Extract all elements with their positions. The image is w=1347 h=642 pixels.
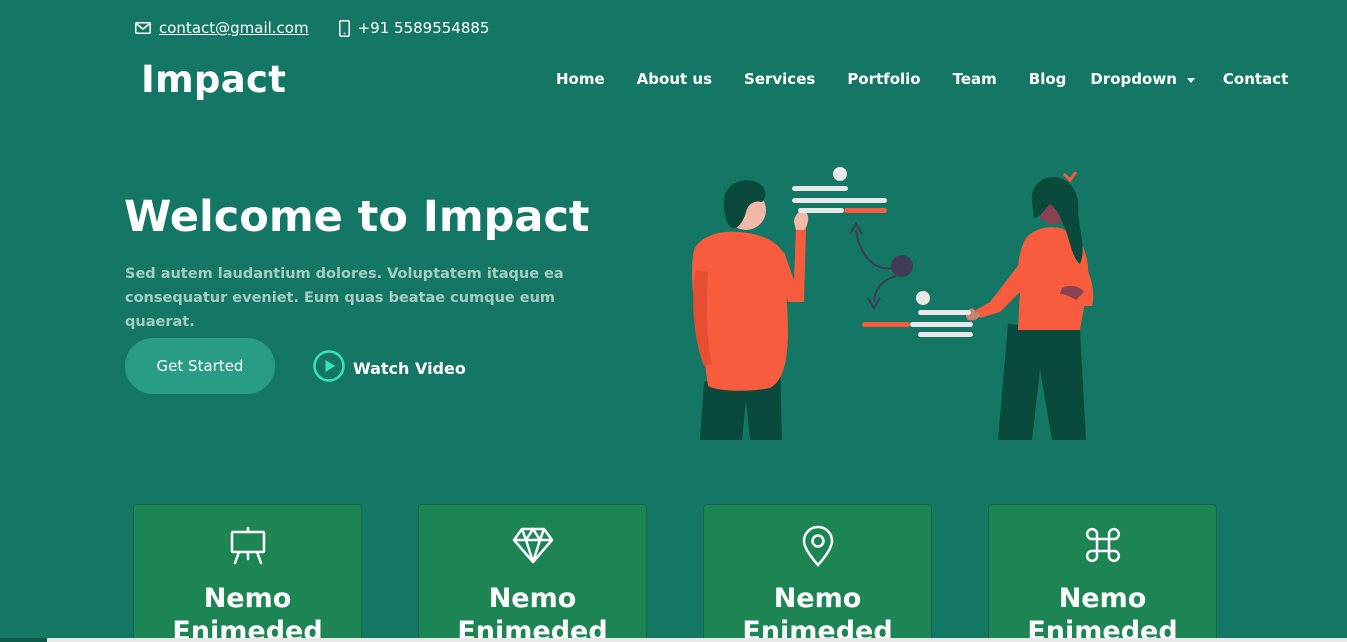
woman-figure	[965, 171, 1094, 440]
man-figure	[692, 180, 809, 440]
get-started-button[interactable]: Get Started	[125, 338, 275, 394]
floating-ui-bottom	[862, 291, 973, 337]
feature-card[interactable]: Nemo Enimeded	[133, 504, 362, 642]
hero-description: Sed autem laudantium dolores. Voluptatem…	[125, 266, 564, 330]
page: contact@gmail.com +91 5589554885 Impact …	[0, 0, 1347, 642]
command-icon	[989, 525, 1216, 565]
phone-number: +91 5589554885	[357, 19, 490, 37]
watch-video-label: Watch Video	[353, 358, 466, 378]
email-link[interactable]: contact@gmail.com	[159, 19, 309, 37]
gem-icon	[419, 525, 646, 565]
phone-icon	[338, 19, 350, 37]
main-nav: Home About us Services Portfolio Team Bl…	[540, 70, 1304, 88]
nav-portfolio[interactable]: Portfolio	[831, 70, 936, 88]
play-circle-icon	[313, 350, 345, 386]
envelope-icon	[135, 22, 151, 34]
nav-services[interactable]: Services	[728, 70, 831, 88]
nav-dropdown-label: Dropdown	[1090, 70, 1177, 88]
feature-card[interactable]: Nemo Enimeded	[703, 504, 932, 642]
card-title: Nemo Enimeded	[457, 583, 608, 642]
watch-video-button[interactable]: Watch Video	[313, 350, 466, 386]
nav-dropdown[interactable]: Dropdown	[1082, 70, 1206, 88]
phone-contact: +91 5589554885	[338, 19, 490, 37]
nav-blog[interactable]: Blog	[1013, 70, 1083, 88]
nav-team[interactable]: Team	[937, 70, 1013, 88]
nav-home[interactable]: Home	[540, 70, 621, 88]
hero-illustration	[692, 167, 1094, 440]
feature-card[interactable]: Nemo Enimeded	[418, 504, 647, 642]
card-title: Nemo Enimeded	[742, 583, 893, 642]
connector-arrows	[849, 222, 913, 310]
feature-card[interactable]: Nemo Enimeded	[988, 504, 1217, 642]
hero-title: Welcome to Impact	[124, 192, 590, 242]
card-title: Nemo Enimeded	[1027, 583, 1178, 642]
email-contact: contact@gmail.com	[135, 19, 309, 37]
horizontal-scrollbar[interactable]	[47, 638, 1347, 642]
floating-ui-top	[792, 167, 887, 213]
nav-contact[interactable]: Contact	[1207, 70, 1304, 88]
card-title: Nemo Enimeded	[172, 583, 323, 642]
easel-icon	[134, 525, 361, 565]
topbar: contact@gmail.com +91 5589554885	[135, 17, 489, 39]
scroll-edge	[0, 638, 47, 642]
chevron-down-icon	[1186, 77, 1195, 83]
map-pin-icon	[704, 525, 931, 567]
nav-about[interactable]: About us	[621, 70, 728, 88]
site-logo[interactable]: Impact	[141, 58, 286, 101]
